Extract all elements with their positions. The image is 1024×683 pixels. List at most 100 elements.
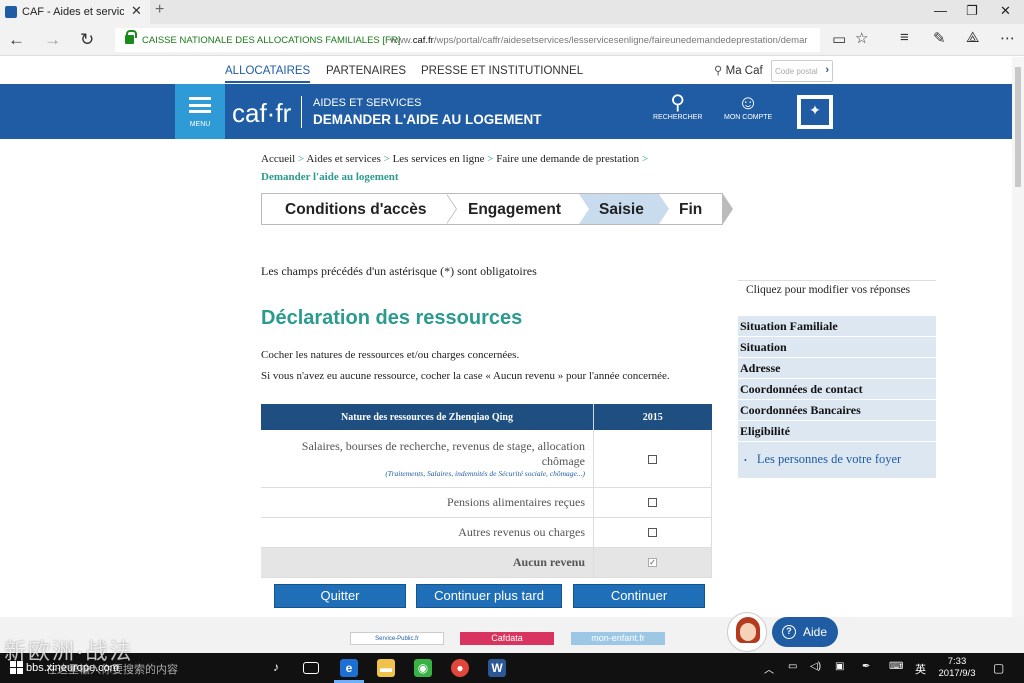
word-icon[interactable]: W — [488, 659, 506, 677]
mandatory-note: Les champs précédés d'un astérisque (*) … — [261, 264, 537, 278]
table-row-aucun-revenu: Aucun revenu ✓ — [261, 547, 712, 578]
row-label: Salaires, bourses de recherche, revenus … — [261, 430, 594, 488]
reading-view-icon[interactable]: ▭ — [832, 30, 846, 48]
user-icon: ☺ — [737, 92, 759, 114]
address-toolbar: ← → ↻ CAISSE NATIONALE DES ALLOCATIONS F… — [0, 24, 1024, 56]
sidebar-item-bancaires[interactable]: Coordonnées Bancaires — [738, 400, 936, 421]
sidebar-item-adresse[interactable]: Adresse — [738, 358, 936, 379]
ime-indicator[interactable]: 英 — [915, 661, 926, 677]
progress-steps: Conditions d'accès Engagement Saisie Fin — [261, 193, 733, 225]
mon-enfant-logo[interactable]: mon-enfant.fr — [571, 632, 665, 645]
question-icon: ? — [782, 625, 796, 639]
breadcrumb-link[interactable]: Aides et services — [306, 153, 381, 165]
instruction-text: Si vous n'avez eu aucune ressource, coch… — [261, 370, 670, 382]
url-text: www.caf.fr/wps/portal/caffr/aidesetservi… — [390, 35, 808, 46]
network-icon[interactable]: ▣ — [835, 661, 844, 672]
account-button[interactable]: ☺ MON COMPTE — [724, 92, 772, 121]
refresh-icon[interactable]: ↻ — [80, 30, 94, 50]
sidebar-subitem-foyer[interactable]: • Les personnes de votre foyer — [738, 442, 936, 478]
search-button[interactable]: ⚲ RECHERCHER — [653, 92, 702, 121]
breadcrumb-link[interactable]: Les services en ligne — [393, 153, 485, 165]
more-icon[interactable]: ⋯ — [1000, 29, 1015, 47]
table-row: Pensions alimentaires reçues — [261, 487, 712, 518]
taskbar-clock[interactable]: 7:33 2017/9/3 — [935, 656, 979, 680]
file-explorer-icon[interactable]: ▬ — [377, 659, 395, 677]
checkbox[interactable] — [648, 498, 657, 508]
battery-icon[interactable]: ▭ — [788, 661, 797, 672]
sidebar-item-eligibilite[interactable]: Eligibilité — [738, 421, 936, 442]
breadcrumb-link[interactable]: Accueil — [261, 153, 295, 165]
column-header: 2015 — [593, 404, 712, 430]
hub-icon[interactable]: ≡ — [900, 29, 909, 46]
nav-partenaires[interactable]: PARTENAIRES — [326, 65, 406, 77]
divider — [301, 96, 302, 128]
step-engagement: Engagement — [468, 201, 562, 218]
service-public-logo[interactable]: Service-Public.fr — [350, 632, 444, 645]
breadcrumb-current: Demander l'aide au logement — [261, 171, 399, 183]
ma-caf-link[interactable]: ⚲ Ma Caf — [714, 63, 763, 77]
column-header: Nature des ressources de Zhenqiao Qing — [261, 404, 594, 430]
row-label: Autres revenus ou charges — [261, 517, 594, 548]
browser-tab[interactable]: CAF - Aides et services ✕ — [0, 0, 150, 24]
instruction-text: Cocher les natures de ressources et/ou c… — [261, 349, 520, 361]
scrollbar-thumb[interactable] — [1015, 67, 1021, 187]
close-window-icon[interactable]: ✕ — [1000, 3, 1011, 19]
nav-presse[interactable]: PRESSE ET INSTITUTIONNEL — [421, 65, 583, 77]
sidebar-item-situation[interactable]: Situation — [738, 337, 936, 358]
address-field[interactable]: CAISSE NATIONALE DES ALLOCATIONS FAMILIA… — [115, 28, 820, 52]
keyboard-icon[interactable]: ⌨ — [889, 661, 903, 672]
browser-tab-bar: CAF - Aides et services ✕ + — ❐ ✕ — [0, 0, 1024, 24]
row-label: Aucun revenu — [261, 547, 594, 578]
favorite-star-icon[interactable]: ☆ — [855, 29, 868, 47]
minimize-icon[interactable]: — — [934, 3, 947, 18]
section-title: AIDES ET SERVICES — [313, 97, 422, 109]
table-row: Autres revenus ou charges — [261, 517, 712, 548]
microphone-icon[interactable]: ♪ — [273, 660, 279, 674]
notifications-icon[interactable]: ▢ — [993, 661, 1004, 675]
share-icon[interactable]: ⟁ — [966, 29, 979, 46]
new-tab-button[interactable]: + — [155, 1, 164, 19]
step-fin: Fin — [679, 201, 703, 218]
sidebar-item-contact[interactable]: Coordonnées de contact — [738, 379, 936, 400]
forward-icon[interactable]: → — [44, 30, 61, 50]
postal-code-input[interactable]: Code postal › — [771, 60, 833, 82]
resources-table: Nature des ressources de Zhenqiao Qing 2… — [261, 404, 712, 578]
marianne-icon: ✦ — [801, 99, 829, 125]
nav-allocataires[interactable]: ALLOCATAIRES — [225, 65, 311, 83]
site-header: MENU caf·fr AIDES ET SERVICES DEMANDER L… — [175, 84, 850, 139]
chevron-right-icon[interactable]: › — [825, 64, 829, 76]
pen-icon[interactable]: ✒ — [862, 661, 870, 672]
help-button[interactable]: ? Aide — [772, 617, 838, 647]
step-saisie-active: Saisie — [579, 194, 659, 224]
assistant-avatar[interactable] — [727, 612, 767, 652]
web-note-icon[interactable]: ✎ — [933, 29, 946, 47]
lock-icon — [125, 30, 137, 44]
table-row: Salaires, bourses de recherche, revenus … — [261, 430, 712, 488]
tray-expand-icon[interactable]: ︿ — [764, 661, 774, 676]
continue-button[interactable]: Continuer — [573, 584, 705, 608]
breadcrumb-link[interactable]: Faire une demande de prestation — [496, 153, 639, 165]
volume-icon[interactable]: ◁) — [810, 661, 821, 672]
page-scrollbar[interactable] — [1012, 57, 1024, 617]
cafdata-logo[interactable]: Cafdata — [460, 632, 554, 645]
task-view-icon[interactable] — [303, 662, 319, 674]
sidebar-item-situation-familiale[interactable]: Situation Familiale — [738, 316, 936, 337]
back-icon[interactable]: ← — [8, 30, 25, 50]
checkbox[interactable] — [648, 454, 657, 464]
caf-favicon-icon — [5, 6, 17, 18]
wechat-icon[interactable]: ◉ — [414, 659, 432, 677]
maximize-icon[interactable]: ❐ — [966, 3, 978, 19]
search-icon: ⚲ — [670, 92, 686, 114]
step-chevron — [579, 194, 589, 224]
checkbox[interactable] — [648, 528, 657, 538]
checkbox-checked[interactable]: ✓ — [648, 558, 657, 568]
quit-button[interactable]: Quitter — [274, 584, 406, 608]
continue-later-button[interactable]: Continuer plus tard — [416, 584, 562, 608]
close-tab-icon[interactable]: ✕ — [131, 3, 142, 19]
hamburger-icon — [189, 97, 211, 113]
edge-icon[interactable]: e — [340, 659, 358, 677]
chrome-icon[interactable]: ● — [451, 659, 469, 677]
caf-logo[interactable]: caf·fr — [232, 98, 291, 129]
menu-button[interactable]: MENU — [175, 84, 225, 139]
step-conditions: Conditions d'accès — [285, 201, 427, 218]
